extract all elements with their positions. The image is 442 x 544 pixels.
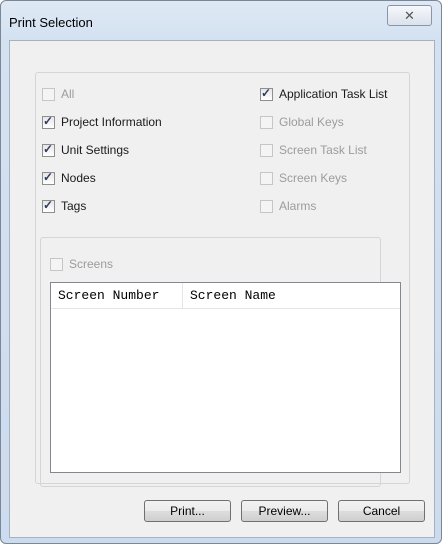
checkbox-all-box	[42, 87, 55, 101]
close-button[interactable]: ✕	[387, 5, 432, 26]
cancel-button[interactable]: Cancel	[338, 500, 425, 522]
checkbox-alarms-box	[260, 199, 273, 213]
checkbox-screen-keys-label: Screen Keys	[279, 171, 348, 185]
check-icon	[42, 170, 55, 185]
checkbox-global-keys-label: Global Keys	[279, 115, 344, 129]
dialog-title: Print Selection	[9, 15, 93, 30]
checkbox-screens-label: Screens	[69, 257, 114, 271]
checkbox-global-keys-box	[260, 115, 273, 129]
print-selection-dialog: Print Selection ✕ All Project Informatio…	[0, 0, 442, 544]
checkbox-nodes-label: Nodes	[61, 171, 96, 185]
dialog-client-area: All Project Information Unit Settings No…	[9, 40, 435, 538]
check-icon	[42, 142, 55, 157]
checkbox-screens-box	[50, 257, 63, 271]
screens-list[interactable]: Screen Number Screen Name	[50, 282, 401, 473]
title-bar[interactable]: Print Selection ✕	[1, 1, 441, 41]
checkbox-all[interactable]: All	[42, 86, 74, 102]
check-icon	[42, 114, 55, 129]
print-button[interactable]: Print...	[144, 500, 231, 522]
checkbox-application-task-list[interactable]: Application Task List	[260, 86, 388, 102]
checkbox-screens[interactable]: Screens	[50, 256, 113, 272]
screens-list-header: Screen Number Screen Name	[51, 283, 400, 309]
checkbox-unit-settings[interactable]: Unit Settings	[42, 142, 129, 158]
checkbox-screen-task-list-box	[260, 143, 273, 157]
checkbox-nodes[interactable]: Nodes	[42, 170, 96, 186]
checkbox-project-information-label: Project Information	[61, 115, 162, 129]
checkbox-all-label: All	[61, 87, 75, 101]
checkbox-unit-settings-label: Unit Settings	[61, 143, 130, 157]
column-header-screen-number[interactable]: Screen Number	[51, 283, 183, 308]
close-icon: ✕	[404, 8, 415, 23]
checkbox-screen-keys-box	[260, 171, 273, 185]
checkbox-application-task-list-label: Application Task List	[279, 87, 388, 101]
checkbox-global-keys[interactable]: Global Keys	[260, 114, 344, 130]
preview-button[interactable]: Preview...	[241, 500, 328, 522]
check-icon	[42, 198, 55, 213]
checkbox-screen-task-list-label: Screen Task List	[279, 143, 367, 157]
checkbox-tags-label: Tags	[61, 199, 87, 213]
checkbox-alarms-label: Alarms	[279, 199, 317, 213]
checkbox-project-information[interactable]: Project Information	[42, 114, 162, 130]
checkbox-tags[interactable]: Tags	[42, 198, 86, 214]
column-header-screen-name[interactable]: Screen Name	[183, 283, 400, 308]
checkbox-alarms[interactable]: Alarms	[260, 198, 316, 214]
check-icon	[260, 86, 273, 101]
checkbox-screen-task-list[interactable]: Screen Task List	[260, 142, 367, 158]
checkbox-screen-keys[interactable]: Screen Keys	[260, 170, 347, 186]
